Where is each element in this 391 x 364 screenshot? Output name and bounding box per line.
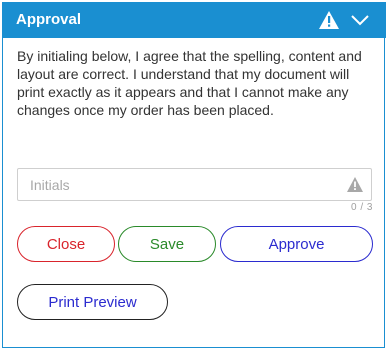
- panel-title: Approval: [16, 11, 82, 28]
- print-preview-button[interactable]: Print Preview: [17, 284, 168, 320]
- save-button[interactable]: Save: [118, 226, 216, 262]
- close-button[interactable]: Close: [17, 226, 115, 262]
- warning-triangle-icon: [347, 177, 363, 192]
- initials-input[interactable]: [18, 169, 338, 200]
- approve-button[interactable]: Approve: [220, 226, 373, 262]
- approval-panel: Approval By initialing below, I agree th…: [2, 2, 386, 348]
- warning-triangle-icon: [319, 11, 339, 29]
- initials-field[interactable]: [17, 168, 372, 201]
- approval-notice: By initialing below, I agree that the sp…: [17, 48, 362, 118]
- approval-header[interactable]: Approval: [3, 2, 386, 38]
- initials-counter: 0 / 3: [351, 202, 373, 213]
- chevron-down-icon[interactable]: [349, 10, 371, 30]
